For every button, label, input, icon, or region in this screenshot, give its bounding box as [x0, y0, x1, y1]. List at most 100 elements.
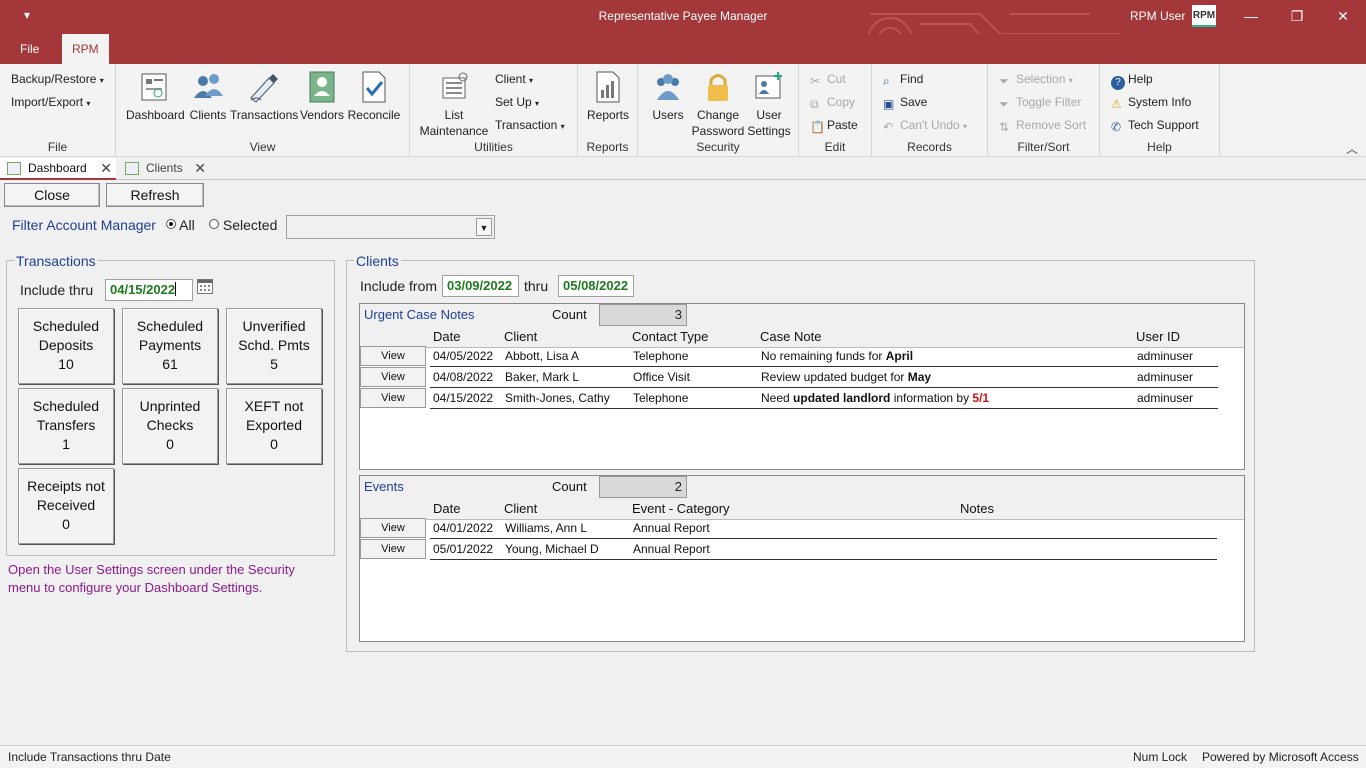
close-tab-icon[interactable]: ✕	[100, 158, 112, 179]
user-settings-icon	[755, 72, 782, 99]
copy-button[interactable]: ⧉ Copy	[810, 95, 855, 111]
close-tab-icon[interactable]: ✕	[194, 158, 206, 179]
tab-rpm[interactable]: RPM	[62, 34, 109, 64]
radio-selected[interactable]: Selected	[209, 217, 277, 233]
close-button[interactable]: Close	[4, 183, 100, 207]
doc-tab-dashboard[interactable]: Dashboard ✕	[0, 158, 116, 180]
selection-button[interactable]: ⏷ Selection ▾	[999, 72, 1073, 88]
events-count-label: Count	[552, 479, 587, 494]
transaction-menu-button[interactable]: Transaction ▾	[495, 118, 565, 132]
cut-button[interactable]: ✂ Cut	[810, 72, 846, 88]
clients-frame-title: Clients	[354, 253, 401, 269]
clients-icon	[194, 74, 223, 98]
view-button[interactable]: View	[360, 539, 426, 559]
group-label-file: File	[47, 140, 68, 154]
radio-all[interactable]: All	[166, 217, 195, 233]
tab-file[interactable]: File	[12, 34, 47, 64]
backup-restore-button[interactable]: Backup/Restore ▾	[11, 72, 104, 86]
close-window-button[interactable]: ✕	[1328, 4, 1358, 28]
tile-unprinted-checks[interactable]: Unprinted Checks 0	[122, 388, 218, 464]
refresh-button[interactable]: Refresh	[106, 183, 204, 207]
client-menu-button[interactable]: Client ▾	[495, 72, 533, 86]
events-title: Events	[364, 479, 404, 494]
thru-date-input[interactable]: 05/08/2022	[558, 275, 634, 297]
transactions-label: Transactions	[230, 108, 299, 122]
tile-receipts-not-received[interactable]: Receipts not Received 0	[18, 468, 114, 544]
dashboard-button[interactable]: Dashboard	[126, 70, 185, 123]
users-button[interactable]: Users	[646, 70, 690, 123]
import-export-button[interactable]: Import/Export ▾	[11, 95, 90, 109]
radio-selected-indicator	[209, 219, 219, 229]
user-settings-label-1: User	[756, 108, 782, 122]
filter-icon: ⏷	[999, 74, 1009, 88]
include-from-date-input[interactable]: 03/09/2022	[442, 275, 519, 297]
transactions-button[interactable]: Transactions	[230, 70, 298, 123]
account-manager-dropdown[interactable]: ▼	[286, 215, 495, 239]
urgent-count-label: Count	[552, 307, 587, 322]
tile-xeft-not-exported[interactable]: XEFT not Exported 0	[226, 388, 322, 464]
include-thru-date-input[interactable]: 04/15/2022	[105, 279, 193, 301]
tile-scheduled-transfers[interactable]: Scheduled Transfers 1	[18, 388, 114, 464]
calendar-icon[interactable]	[197, 279, 213, 294]
chevron-down-icon[interactable]: ▼	[476, 218, 492, 236]
save-button[interactable]: ▣ Save	[883, 95, 927, 111]
scissors-icon: ✂	[810, 74, 821, 88]
system-info-label: System Info	[1128, 95, 1192, 109]
reports-button[interactable]: Reports	[584, 70, 632, 123]
list-maintenance-button[interactable]: List Maintenance	[416, 70, 492, 139]
restore-button[interactable]: ❐	[1282, 4, 1312, 28]
row-date: 04/08/2022	[433, 370, 494, 384]
col-user-id: User ID	[1136, 329, 1181, 344]
row-separator	[430, 559, 1217, 560]
doc-tab-clients-label: Clients	[146, 161, 183, 175]
group-label-edit: Edit	[824, 140, 846, 154]
col-case-note: Case Note	[760, 329, 822, 344]
doc-tab-clients[interactable]: Clients ✕	[118, 158, 210, 180]
row-client: Smith-Jones, Cathy	[505, 391, 610, 405]
find-button[interactable]: ⌕ Find	[883, 72, 923, 88]
undo-button[interactable]: ↶ Can't Undo ▾	[883, 118, 967, 134]
tile-unverified-schd-pmts[interactable]: Unverified Schd. Pmts 5	[226, 308, 322, 384]
cut-label: Cut	[827, 72, 846, 86]
events-subform: Events Count 2 Date Client Event - Categ…	[359, 475, 1245, 642]
clients-button[interactable]: Clients	[186, 70, 230, 123]
status-bar: Include Transactions thru Date Num Lock …	[0, 745, 1366, 768]
paste-button[interactable]: 📋 Paste	[810, 118, 858, 134]
signed-in-user[interactable]: RPM User	[1130, 9, 1185, 23]
user-settings-button[interactable]: User Settings	[746, 70, 792, 139]
transactions-frame-title: Transactions	[14, 253, 98, 269]
view-button[interactable]: View	[360, 388, 426, 408]
view-button[interactable]: View	[360, 518, 426, 538]
note-bold: updated landlord	[793, 391, 891, 405]
copy-label: Copy	[827, 95, 856, 109]
group-label-security: Security	[696, 140, 740, 154]
tile-count: 1	[62, 436, 70, 452]
paste-label: Paste	[827, 118, 858, 132]
tile-scheduled-deposits[interactable]: Scheduled Deposits 10	[18, 308, 114, 384]
help-button[interactable]: ? Help	[1111, 72, 1153, 90]
row-date: 04/15/2022	[433, 391, 494, 405]
import-export-label: Import/Export	[11, 95, 84, 109]
tech-support-button[interactable]: ✆ Tech Support	[1111, 118, 1199, 134]
help-icon: ?	[1111, 76, 1125, 90]
setup-menu-label: Set Up	[495, 95, 532, 109]
remove-sort-button[interactable]: ⇅ Remove Sort	[999, 118, 1086, 134]
tile-scheduled-payments[interactable]: Scheduled Payments 61	[122, 308, 218, 384]
minimize-button[interactable]: —	[1236, 4, 1266, 28]
change-password-button[interactable]: Change Password	[690, 70, 746, 139]
setup-menu-button[interactable]: Set Up ▾	[495, 95, 539, 109]
save-icon: ▣	[883, 97, 895, 111]
clipboard-icon: 📋	[810, 120, 825, 134]
ribbon: Backup/Restore ▾ Import/Export ▾ File Da…	[0, 64, 1366, 157]
view-button[interactable]: View	[360, 367, 426, 387]
view-button[interactable]: View	[360, 346, 426, 366]
toggle-filter-button[interactable]: ⏷ Toggle Filter	[999, 95, 1081, 111]
system-info-button[interactable]: ⚠ System Info	[1111, 95, 1191, 111]
collapse-ribbon-icon[interactable]: ︿	[1346, 140, 1358, 157]
group-label-help: Help	[1147, 140, 1172, 154]
status-message: Include Transactions thru Date	[8, 750, 171, 764]
urgent-case-notes-subform: Urgent Case Notes Count 3 Date Client Co…	[359, 303, 1245, 470]
document-tabs: Dashboard ✕ Clients ✕	[0, 158, 1366, 180]
vendors-button[interactable]: Vendors	[298, 70, 346, 123]
reconcile-button[interactable]: Reconcile	[346, 70, 402, 123]
